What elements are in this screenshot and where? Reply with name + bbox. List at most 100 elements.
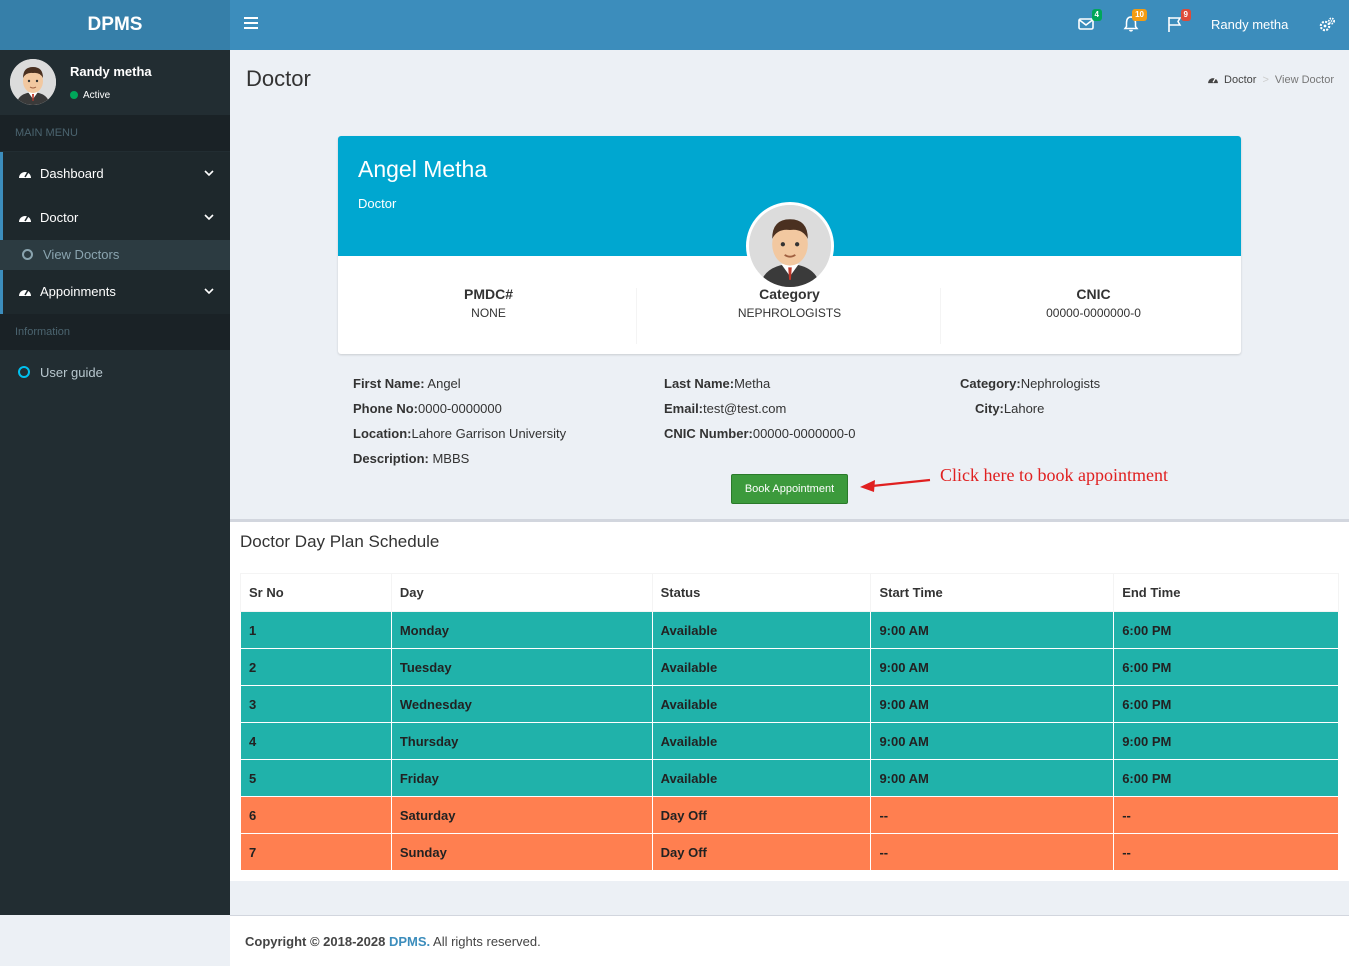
cell-day: Tuesday (390, 648, 653, 686)
sidebar-item-label: User guide (40, 365, 103, 380)
cell-day: Friday (390, 759, 653, 797)
red-arrow-icon (860, 478, 931, 492)
detail-label: Phone No: (353, 401, 418, 416)
app-logo[interactable]: DPMS (0, 0, 230, 50)
detail-label: Category: (960, 376, 1021, 391)
detail-description: Description: MBBS (353, 451, 469, 466)
footer-brand-link[interactable]: DPMS. (389, 934, 430, 949)
menu-header-main: MAIN MENU (0, 115, 230, 151)
chevron-down-icon (204, 288, 214, 295)
cell-status: Available (651, 685, 872, 723)
menu-toggle-icon[interactable] (244, 17, 258, 31)
bell-icon[interactable]: 10 (1121, 9, 1147, 34)
copyright-suffix: All rights reserved. (430, 934, 541, 949)
breadcrumb-root-link[interactable]: Doctor (1224, 74, 1256, 86)
cell-sr: 2 (240, 648, 392, 686)
schedule-title: Doctor Day Plan Schedule (240, 532, 440, 551)
detail-first-name: First Name: Angel (353, 376, 461, 391)
table-row: 4 Thursday Available 9:00 AM 9:00 PM (240, 722, 1339, 760)
cell-start: 9:00 AM (870, 648, 1115, 686)
flag-badge: 9 (1180, 9, 1191, 21)
cell-end: -- (1113, 833, 1339, 871)
copyright-prefix: Copyright © 2018-2028 (245, 934, 389, 949)
cell-end: 6:00 PM (1113, 611, 1339, 649)
top-navbar: 4 10 9 Randy metha (230, 0, 1349, 50)
table-row: 7 Sunday Day Off -- -- (240, 833, 1339, 871)
dashboard-icon (1208, 77, 1219, 84)
sidebar-item-label: Dashboard (40, 166, 104, 181)
column-header: Sr No (240, 573, 392, 612)
copyright-text: Copyright © 2018-2028 DPMS. All rights r… (245, 934, 541, 949)
cell-status: Available (651, 611, 872, 649)
cell-day: Monday (390, 611, 653, 649)
stat-value: NEPHROLOGISTS (737, 306, 842, 320)
book-appointment-button[interactable]: Book Appointment (731, 474, 848, 504)
sidebar-subitem-view-doctors[interactable]: View Doctors (0, 240, 230, 270)
sidebar: Randy metha Active MAIN MENU Dashboard D… (0, 50, 230, 915)
page-title: Doctor (246, 66, 311, 91)
flag-icon[interactable]: 9 (1165, 9, 1191, 34)
stat-label: Category (759, 286, 820, 302)
doctor-avatar (746, 202, 834, 290)
detail-value: Angel (424, 376, 461, 391)
stat-value: NONE (471, 306, 506, 320)
annotation-text: Click here to book appointment (940, 465, 1168, 485)
dashboard-icon (19, 289, 31, 296)
cell-start: 9:00 AM (870, 759, 1115, 797)
doctor-role: Doctor (358, 196, 397, 211)
sidebar-item-label: View Doctors (43, 247, 120, 262)
gears-icon[interactable] (1318, 16, 1336, 34)
cell-sr: 3 (240, 685, 392, 723)
detail-email: Email:test@test.com (664, 401, 786, 416)
cell-start: 9:00 AM (870, 722, 1115, 760)
cell-status: Day Off (651, 833, 872, 871)
detail-value: Metha (734, 376, 771, 391)
detail-label: Last Name: (664, 376, 735, 391)
schedule-box: Doctor Day Plan Schedule Sr No Day Statu… (230, 519, 1349, 881)
mail-icon[interactable]: 4 (1076, 9, 1102, 34)
detail-value: Nephrologists (1020, 376, 1101, 391)
sidebar-item-appoinments[interactable]: Appoinments (0, 270, 230, 314)
stat-label: PMDC# (463, 286, 513, 302)
table-header-row: Sr No Day Status Start Time End Time (240, 573, 1339, 612)
circle-icon (22, 249, 33, 260)
stat-value: 00000-0000000-0 (1046, 306, 1141, 320)
cell-sr: 4 (240, 722, 392, 760)
sidebar-item-user-guide[interactable]: User guide (0, 351, 230, 395)
detail-value: 00000-0000000-0 (752, 426, 856, 441)
sidebar-item-dashboard[interactable]: Dashboard (0, 152, 230, 196)
table-row: 5 Friday Available 9:00 AM 6:00 PM (240, 759, 1339, 797)
cell-day: Wednesday (390, 685, 653, 723)
detail-value: Lahore (1003, 401, 1045, 416)
stat-cnic: CNIC 00000-0000000-0 (943, 286, 1244, 320)
divider (636, 288, 637, 344)
detail-city: City:Lahore (975, 401, 1044, 416)
cell-status: Available (651, 759, 872, 797)
breadcrumb-separator: > (1262, 74, 1269, 86)
online-status-icon (70, 91, 78, 99)
column-header: Start Time (870, 573, 1115, 612)
sidebar-item-label: Appoinments (40, 284, 116, 299)
chevron-down-icon (204, 170, 214, 177)
table-row: 3 Wednesday Available 9:00 AM 6:00 PM (240, 685, 1339, 723)
cell-day: Saturday (390, 796, 653, 834)
doctor-profile-card: Angel Metha Doctor PMDC# NONE Category N… (338, 136, 1241, 354)
detail-value: 0000-0000000 (418, 401, 502, 416)
cell-sr: 1 (240, 611, 392, 649)
detail-phone: Phone No:0000-0000000 (353, 401, 502, 416)
stat-label: CNIC (1076, 286, 1111, 302)
navbar-user-name[interactable]: Randy metha (1211, 0, 1288, 50)
sidebar-item-doctor[interactable]: Doctor (0, 196, 230, 240)
bell-badge: 10 (1132, 9, 1147, 21)
cell-sr: 7 (240, 833, 392, 871)
detail-location: Location:Lahore Garrison University (353, 426, 566, 441)
stat-category: Category NEPHROLOGISTS (639, 286, 940, 320)
detail-category: Category:Nephrologists (960, 376, 1100, 391)
stat-pmdc: PMDC# NONE (338, 286, 639, 320)
cell-status: Available (651, 722, 872, 760)
cell-end: 9:00 PM (1113, 722, 1339, 760)
detail-label: Email: (664, 401, 704, 416)
circle-icon (18, 366, 30, 378)
divider (940, 288, 941, 344)
column-header: Day (390, 573, 653, 612)
